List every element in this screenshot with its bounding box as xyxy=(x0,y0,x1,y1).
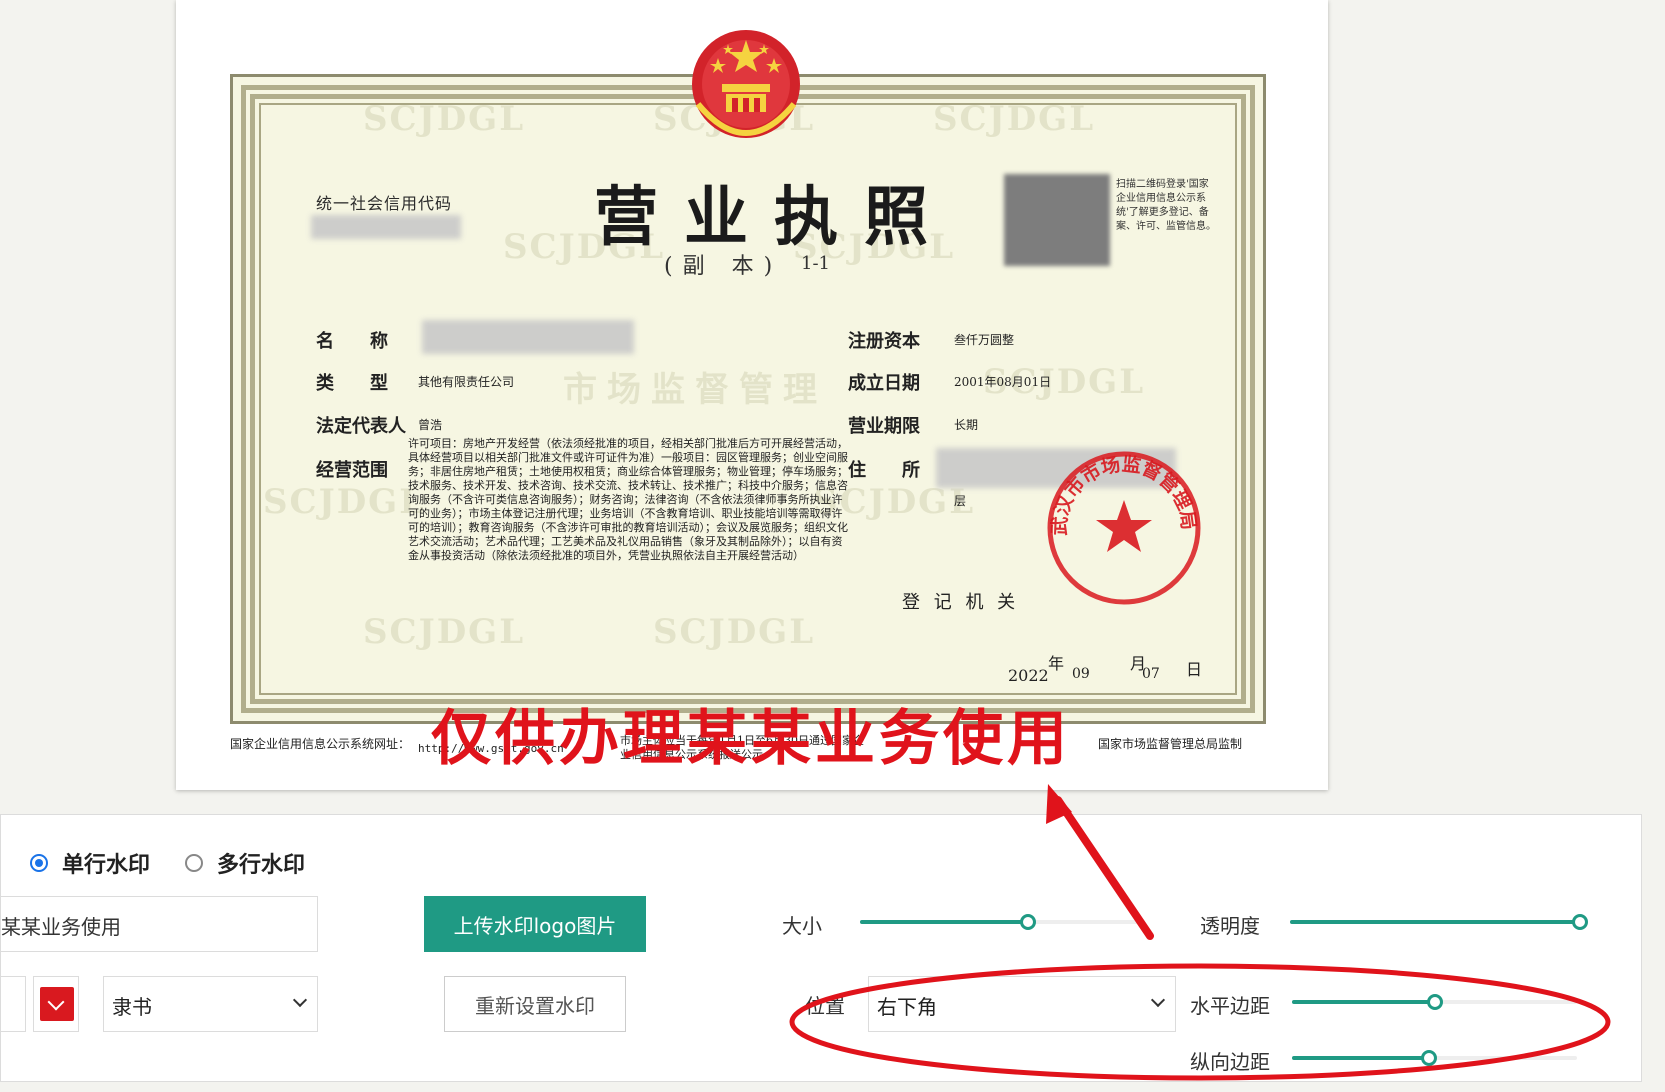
business-scope-label: 经营范围 xyxy=(316,456,388,482)
applied-watermark-text[interactable]: 仅供办理某某业务使用 xyxy=(431,690,1071,777)
slider-fill xyxy=(1292,1000,1435,1004)
license-title: 营业执照 xyxy=(594,166,954,258)
color-preview-box[interactable] xyxy=(0,976,26,1032)
legal-rep-value: 曾浩 xyxy=(418,416,442,433)
year-char: 年 xyxy=(1048,650,1064,674)
founded-date-label: 成立日期 xyxy=(848,369,920,395)
slider-handle[interactable] xyxy=(1427,994,1443,1010)
term-label: 营业期限 xyxy=(848,412,920,438)
address-tail: 层 xyxy=(954,492,966,509)
opacity-label: 透明度 xyxy=(1200,910,1260,939)
legal-rep-label: 法定代表人 xyxy=(316,412,406,438)
authority-label: 登 记 机 关 xyxy=(902,588,1019,614)
slider-fill xyxy=(1292,1056,1429,1060)
slider-handle[interactable] xyxy=(1020,914,1036,930)
horizontal-margin-slider[interactable] xyxy=(1292,994,1577,1010)
capital-label: 注册资本 xyxy=(848,327,920,353)
size-slider[interactable] xyxy=(860,914,1140,930)
preview-paper: SCJDGL SCJDGL SCJDGL SCJDGL SCJDGL SCJDG… xyxy=(176,0,1328,790)
slider-handle[interactable] xyxy=(1572,914,1588,930)
vertical-margin-slider[interactable] xyxy=(1292,1050,1577,1066)
issue-month: 09 xyxy=(1072,666,1090,682)
license-background-watermark: SCJDGL xyxy=(263,482,425,522)
slider-fill xyxy=(1290,920,1580,924)
font-select-value: 隶书 xyxy=(112,995,152,1019)
license-background-watermark: SCJDGL xyxy=(653,612,815,652)
radio-selected-icon[interactable] xyxy=(30,854,48,872)
address-label: 住 所 xyxy=(848,456,920,482)
slider-handle[interactable] xyxy=(1421,1050,1437,1066)
upload-logo-button[interactable]: 上传水印logo图片 xyxy=(424,896,646,952)
reset-watermark-button[interactable]: 重新设置水印 xyxy=(444,976,626,1032)
license-background-watermark: SCJDGL xyxy=(363,612,525,652)
credit-code-label: 统一社会信用代码 xyxy=(316,190,452,214)
vertical-margin-label: 纵向边距 xyxy=(1190,1046,1270,1075)
license-background-watermark: SCJDGL xyxy=(933,99,1095,139)
font-select[interactable]: 隶书 xyxy=(103,976,318,1032)
single-line-mode-radio[interactable]: 单行水印 xyxy=(30,847,150,879)
radio-unselected-icon[interactable] xyxy=(185,854,203,872)
opacity-slider[interactable] xyxy=(1290,914,1580,930)
color-swatch-chevron-icon[interactable] xyxy=(40,987,74,1021)
qr-code-redacted xyxy=(1004,174,1110,266)
qr-instructions: 扫描二维码登录'国家企业信用信息公示系统'了解更多登记、备案、许可、监管信息。 xyxy=(1116,178,1216,234)
name-label: 名 称 xyxy=(316,327,388,353)
license-background-watermark: SCJDGL xyxy=(363,99,525,139)
multi-line-mode-radio[interactable]: 多行水印 xyxy=(185,847,305,879)
issue-day: 07 xyxy=(1142,666,1160,682)
business-scope-value: 许可项目：房地产开发经营（依法须经批准的项目，经相关部门批准后方可开展经营活动，… xyxy=(408,437,848,563)
capital-value: 叁仟万圆整 xyxy=(954,331,1014,348)
single-line-mode-label: 单行水印 xyxy=(62,847,150,879)
slider-fill xyxy=(860,920,1028,924)
national-emblem-icon xyxy=(688,22,804,148)
color-picker[interactable] xyxy=(33,976,79,1032)
chevron-down-icon xyxy=(293,993,307,1007)
system-site-label: 国家企业信用信息公示系统网址： xyxy=(230,735,410,752)
watermark-text-input[interactable]: 某某业务使用 xyxy=(0,896,318,952)
horizontal-margin-label: 水平边距 xyxy=(1190,990,1270,1019)
license-subtitle: (副 本) xyxy=(664,248,782,280)
size-label: 大小 xyxy=(782,910,822,939)
supervisor-note: 国家市场监督管理总局监制 xyxy=(1098,735,1242,752)
chevron-down-icon xyxy=(1151,993,1165,1007)
day-char: 日 xyxy=(1186,656,1202,680)
type-label: 类 型 xyxy=(316,369,388,395)
issue-year: 2022 xyxy=(1008,666,1049,685)
position-select-value: 右下角 xyxy=(877,995,937,1019)
license-center-watermark: 市场监督管理 xyxy=(563,362,827,411)
type-value: 其他有限责任公司 xyxy=(418,373,514,390)
term-value: 长期 xyxy=(954,416,978,433)
credit-code-redacted xyxy=(311,215,461,239)
multi-line-mode-label: 多行水印 xyxy=(217,847,305,879)
position-label: 位置 xyxy=(805,990,845,1019)
name-redacted xyxy=(422,320,634,354)
watermark-editor: SCJDGL SCJDGL SCJDGL SCJDGL SCJDGL SCJDG… xyxy=(0,0,1665,1092)
official-seal-icon: 武汉市市场监督管理局 xyxy=(1044,448,1204,608)
position-select[interactable]: 右下角 xyxy=(868,976,1176,1032)
founded-date-value: 2001年08月01日 xyxy=(954,373,1051,390)
license-copy-number: 1-1 xyxy=(801,253,830,274)
